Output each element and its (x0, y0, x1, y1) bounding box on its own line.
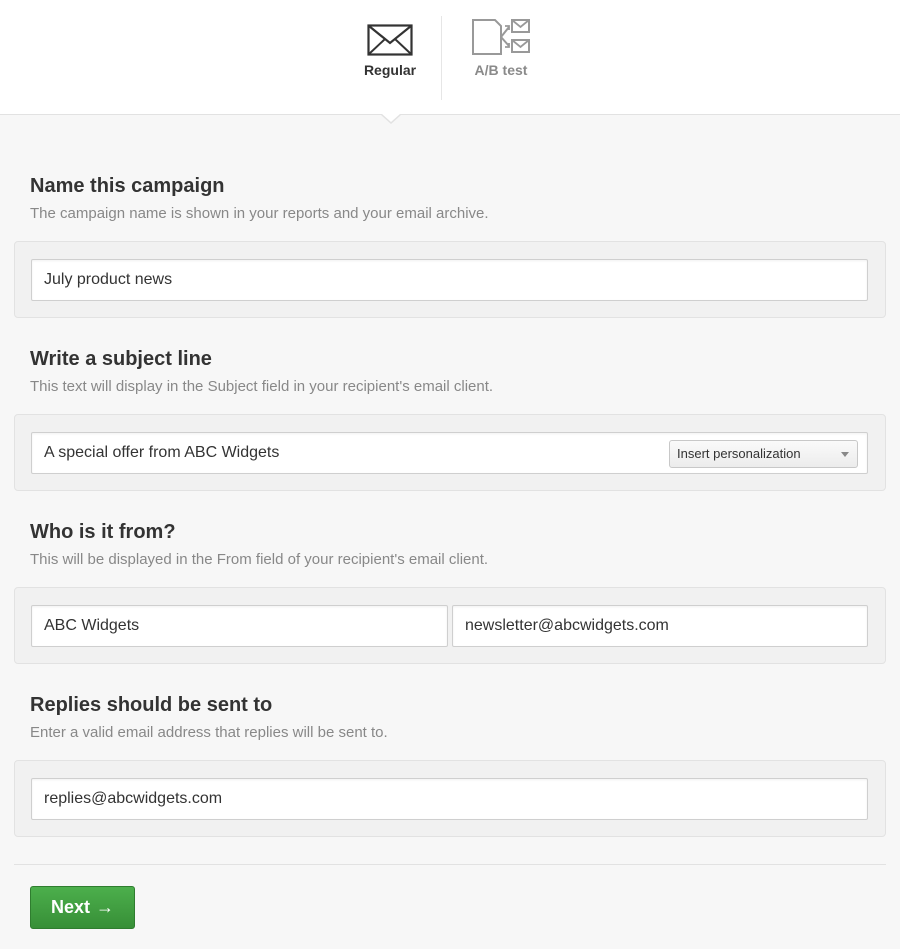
replies-section-description: Enter a valid email address that replies… (30, 724, 388, 741)
tab-ab-test[interactable]: A/B test (456, 16, 546, 100)
envelope-icon (367, 24, 413, 56)
subject-field-panel: Insert personalization (14, 414, 886, 491)
arrow-right-icon: → (96, 897, 114, 917)
tab-ab-test-label: A/B test (474, 62, 528, 78)
from-section-title: Who is it from? (30, 521, 176, 543)
from-name-input[interactable] (31, 605, 448, 647)
campaign-type-bar: Regular A/B test (0, 0, 900, 115)
subject-section-description: This text will display in the Subject fi… (30, 378, 494, 395)
tab-regular[interactable]: Regular (345, 16, 435, 100)
tab-divider (441, 16, 442, 100)
campaign-name-input[interactable] (31, 259, 868, 301)
replies-field-panel (14, 760, 886, 837)
insert-personalization-label: Insert personalization (677, 446, 801, 461)
subject-section-title: Write a subject line (30, 348, 212, 370)
next-button-label: Next (50, 897, 90, 917)
ab-test-icon (472, 19, 530, 55)
name-section-description: The campaign name is shown in your repor… (30, 205, 489, 222)
active-tab-pointer (382, 114, 400, 122)
tab-regular-label: Regular (363, 62, 417, 78)
from-section-description: This will be displayed in the From field… (30, 551, 489, 568)
chevron-down-icon (841, 452, 849, 457)
subject-input-wrapper: Insert personalization (31, 432, 868, 474)
from-email-input[interactable] (452, 605, 868, 647)
name-field-panel (14, 241, 886, 318)
insert-personalization-select[interactable]: Insert personalization (669, 440, 858, 468)
name-section-title: Name this campaign (30, 175, 225, 197)
from-field-panel (14, 587, 886, 664)
next-button[interactable]: Next → (30, 886, 135, 929)
footer-divider (14, 864, 886, 865)
reply-to-email-input[interactable] (31, 778, 868, 820)
replies-section-title: Replies should be sent to (30, 694, 273, 716)
